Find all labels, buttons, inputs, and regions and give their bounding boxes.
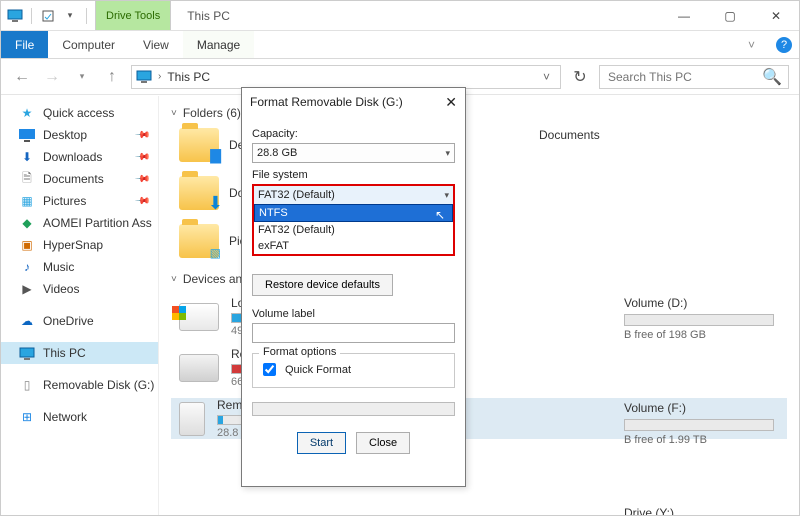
properties-icon[interactable] [38,6,58,26]
folder-icon: ▇ [179,128,219,162]
nav-thispc[interactable]: This PC [1,342,158,364]
back-button[interactable]: ← [11,66,33,88]
chevron-down-icon: ▾ [444,190,449,201]
capacity-dropdown[interactable]: 28.8 GB▾ [252,143,455,163]
thispc-icon [5,6,25,26]
drive-icon [179,303,219,331]
nav-onedrive[interactable]: ☁ OneDrive [1,310,158,332]
nav-documents[interactable]: 🗎 Documents📌 [1,168,158,190]
downloads-icon: ⬇ [19,149,35,165]
drive-icon [179,354,219,382]
filesystem-dropdown[interactable]: FAT32 (Default)▾ [252,184,455,204]
window-title: This PC [171,1,246,30]
thispc-icon [136,70,152,83]
explorer-window: ▾ Drive Tools This PC — ▢ ✕ File Compute… [0,0,800,516]
chevron-right-icon: › [158,71,161,82]
usb-drive-icon [179,402,205,436]
pictures-icon: ▦ [19,193,35,209]
recent-locations-dropdown[interactable]: ▾ [71,66,93,88]
format-dialog: Format Removable Disk (G:) ✕ Capacity: 2… [241,87,466,487]
chevron-down-icon: ▾ [445,148,450,159]
thispc-icon [19,345,35,361]
nav-desktop[interactable]: Desktop📌 [1,124,158,146]
filesystem-label: File system [252,169,455,181]
tab-view[interactable]: View [129,31,183,58]
address-bar[interactable]: › This PC ˅ [131,65,561,89]
quick-format-input[interactable] [263,363,276,376]
dialog-title-bar: Format Removable Disk (G:) ✕ [242,88,465,116]
pin-icon: 📌 [133,149,150,166]
app-icon: ◆ [19,215,35,231]
fs-option-ntfs[interactable]: NTFS ↖ [254,204,453,222]
app-icon: ▣ [19,237,35,253]
pin-icon: 📌 [133,193,150,210]
dialog-close-button[interactable]: ✕ [445,94,457,111]
usb-drive-icon: ▯ [19,377,35,393]
desktop-icon [19,127,35,143]
progress-bar [252,402,455,416]
tab-manage[interactable]: Manage [183,31,254,58]
maximize-button[interactable]: ▢ [707,1,753,30]
customize-qat-dropdown[interactable]: ▾ [60,6,80,26]
music-icon: ♪ [19,259,35,275]
ribbon-tabs: File Computer View Manage ˅ ? [1,31,799,59]
format-options-legend: Format options [259,346,340,358]
contextual-tab-drive-tools: Drive Tools [95,1,171,30]
right-drive-column: Volume (D:) B free of 198 GB Volume (F:)… [624,96,774,515]
pin-icon: 📌 [133,127,150,144]
forward-button[interactable]: → [41,66,63,88]
volume-label-input[interactable] [252,323,455,343]
nav-pictures[interactable]: ▦ Pictures📌 [1,190,158,212]
up-button[interactable]: ↑ [101,66,123,88]
pin-icon: 📌 [133,171,150,188]
volume-label-label: Volume label [252,308,455,320]
address-history-dropdown[interactable]: ˅ [537,70,556,84]
tab-computer[interactable]: Computer [48,31,129,58]
breadcrumb-thispc[interactable]: This PC [167,70,210,84]
network-icon: ⊞ [19,409,35,425]
nav-videos[interactable]: ▶ Videos [1,278,158,300]
close-button[interactable]: Close [356,432,410,454]
chevron-down-icon: ˅ [171,274,177,285]
nav-aomei[interactable]: ◆ AOMEI Partition Ass [1,212,158,234]
ribbon-expand-icon[interactable]: ˅ [734,31,769,58]
capacity-label: Capacity: [252,128,455,140]
nav-network[interactable]: ⊞ Network [1,406,158,428]
fs-option-fat32[interactable]: FAT32 (Default) [254,222,453,238]
refresh-button[interactable]: ↻ [569,67,591,87]
nav-music[interactable]: ♪ Music [1,256,158,278]
chevron-down-icon: ˅ [171,108,177,119]
filesystem-dropdown-list: NTFS ↖ FAT32 (Default) exFAT [252,204,455,256]
restore-defaults-button[interactable]: Restore device defaults [252,274,393,296]
format-options-group: Format options Quick Format [252,353,455,388]
title-bar: ▾ Drive Tools This PC — ▢ ✕ [1,1,799,31]
nav-hypersnap[interactable]: ▣ HyperSnap [1,234,158,256]
search-box[interactable]: 🔍 [599,65,789,89]
navigation-pane: ★ Quick access Desktop📌 ⬇ Downloads📌 🗎 D… [1,96,159,515]
quick-format-checkbox[interactable]: Quick Format [259,360,448,379]
search-icon: 🔍 [762,67,782,87]
nav-quick-access[interactable]: ★ Quick access [1,102,158,124]
close-button[interactable]: ✕ [753,1,799,30]
folder-icon [179,176,219,210]
nav-downloads[interactable]: ⬇ Downloads📌 [1,146,158,168]
videos-icon: ▶ [19,281,35,297]
fs-option-exfat[interactable]: exFAT [254,238,453,254]
start-button[interactable]: Start [297,432,346,454]
star-icon: ★ [19,105,35,121]
help-button[interactable]: ? [769,31,799,58]
documents-icon: 🗎 [19,171,35,187]
search-input[interactable] [606,69,756,85]
onedrive-icon: ☁ [19,313,35,329]
dialog-title: Format Removable Disk (G:) [250,95,403,109]
tab-file[interactable]: File [1,31,48,58]
folder-icon: ▧ [179,224,219,258]
cursor-icon: ↖ [435,208,445,222]
minimize-button[interactable]: — [661,1,707,30]
quick-access-toolbar: ▾ [1,1,95,30]
nav-removable[interactable]: ▯ Removable Disk (G:) [1,374,158,396]
